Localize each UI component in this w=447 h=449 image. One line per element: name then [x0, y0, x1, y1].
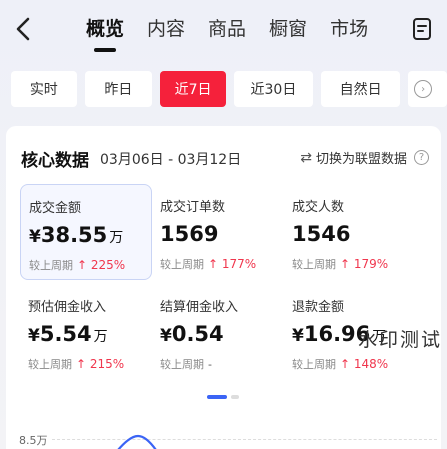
- metric-value: ¥0.54: [160, 322, 224, 346]
- metric-value: 1569: [160, 222, 219, 246]
- document-icon[interactable]: [412, 17, 432, 41]
- metric-compare: 较上周期 ↑ 215%: [28, 357, 125, 371]
- filter-last-30-days[interactable]: 近30日: [233, 71, 314, 107]
- filter-last-7-days[interactable]: 近7日: [160, 71, 226, 107]
- back-arrow-icon[interactable]: [12, 16, 36, 42]
- swap-icon: ⇄: [300, 149, 312, 166]
- metric-orders[interactable]: 成交订单数 1569 较上周期 ↑ 177%: [152, 184, 284, 280]
- top-nav-bar: 概览 内容 商品 橱窗 市场: [0, 0, 447, 58]
- metric-compare: 较上周期 ↑ 179%: [292, 257, 389, 271]
- core-data-title: 核心数据: [21, 151, 89, 171]
- section-tabs: 概览 内容 商品 橱窗 市场: [86, 14, 368, 44]
- metric-label: 预估佣金收入: [28, 300, 107, 315]
- filter-realtime[interactable]: 实时: [11, 71, 77, 107]
- metric-label: 退款金额: [292, 300, 345, 315]
- metric-settled-commission[interactable]: 结算佣金收入 ¥0.54 较上周期 -: [152, 284, 284, 380]
- chart-y-tick-label: 8.5万: [19, 434, 48, 447]
- tab-products[interactable]: 商品: [208, 14, 246, 44]
- page-dot: [231, 395, 239, 399]
- date-range: 03月06日 - 03月12日: [100, 152, 242, 168]
- metric-value: ¥5.54 万: [28, 322, 108, 346]
- metric-compare: 较上周期 ↑ 225%: [29, 258, 126, 272]
- page-dot-active: [207, 395, 227, 399]
- tab-overview[interactable]: 概览: [86, 14, 124, 44]
- metric-label: 成交人数: [292, 200, 345, 215]
- metric-value: 1546: [292, 222, 351, 246]
- metric-value: ¥38.55 万: [29, 223, 124, 247]
- trend-line: [117, 434, 157, 449]
- help-icon[interactable]: ?: [414, 150, 429, 165]
- switch-label: 切换为联盟数据: [315, 152, 407, 167]
- date-filter-bar: 实时 昨日 近7日 近30日 自然日 ›: [11, 71, 447, 107]
- tab-showcase[interactable]: 橱窗: [269, 14, 307, 44]
- metric-label: 成交金额: [29, 201, 82, 216]
- metric-buyers[interactable]: 成交人数 1546 较上周期 ↑ 179%: [284, 184, 416, 280]
- filter-natural-day[interactable]: 自然日: [321, 71, 401, 107]
- tab-content[interactable]: 内容: [147, 14, 185, 44]
- metric-estimated-commission[interactable]: 预估佣金收入 ¥5.54 万 较上周期 ↑ 215%: [20, 284, 152, 380]
- chevron-right-icon: ›: [414, 80, 433, 98]
- metric-compare: 较上周期 -: [160, 358, 212, 371]
- filter-yesterday[interactable]: 昨日: [84, 71, 153, 107]
- metric-compare: 较上周期 ↑ 148%: [292, 357, 389, 371]
- metric-label: 成交订单数: [160, 200, 226, 215]
- metric-compare: 较上周期 ↑ 177%: [160, 257, 257, 271]
- page-indicator: [207, 395, 239, 399]
- metric-gmv[interactable]: 成交金额 ¥38.55 万 较上周期 ↑ 225%: [20, 184, 152, 280]
- watermark: 水印测试: [358, 329, 443, 351]
- core-data-card: 核心数据 03月06日 - 03月12日 ⇄ 切换为联盟数据 ? 成交金额 ¥3…: [6, 126, 441, 449]
- tab-market[interactable]: 市场: [330, 14, 368, 44]
- metric-label: 结算佣金收入: [160, 300, 239, 315]
- switch-alliance-data-button[interactable]: ⇄ 切换为联盟数据 ?: [300, 148, 429, 167]
- filter-more-button[interactable]: ›: [408, 71, 447, 107]
